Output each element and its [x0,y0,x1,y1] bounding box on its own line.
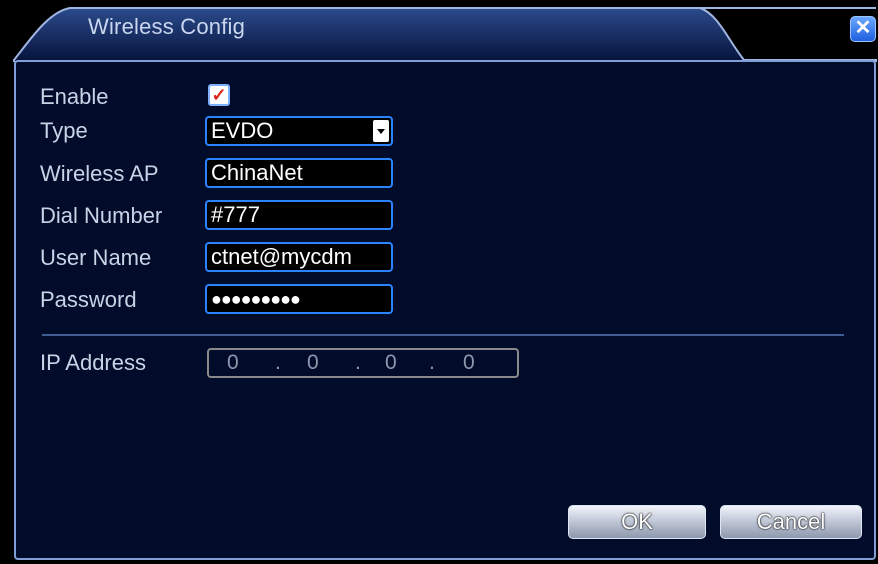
password-input[interactable]: ●●●●●●●●● [205,284,393,314]
wireless-config-dialog: Wireless Config ✕ Enable ✓ Type EVDO Wir… [0,0,878,564]
cancel-button[interactable]: Cancel [720,505,862,539]
type-label: Type [40,118,88,143]
ip-separator: . [429,351,435,374]
close-icon[interactable]: ✕ [855,17,872,39]
ip-octet-2[interactable]: 0 [307,350,319,376]
ip-address-input[interactable]: 0 . 0 . 0 . 0 [207,348,519,378]
dial-number-label: Dial Number [40,203,163,228]
password-label: Password [40,287,137,312]
user-name-input[interactable]: ctnet@mycdm [205,242,393,272]
enable-label: Enable [40,84,109,109]
ip-octet-3[interactable]: 0 [385,350,397,376]
ip-address-label: IP Address [40,350,146,375]
wireless-ap-input[interactable]: ChinaNet [205,158,393,188]
close-button[interactable]: ✕ [850,16,876,42]
divider [42,334,844,336]
chevron-down-icon[interactable] [373,120,389,142]
type-select-value: EVDO [211,118,274,143]
ip-octet-4[interactable]: 0 [463,350,475,376]
wireless-ap-label: Wireless AP [40,161,159,186]
user-name-label: User Name [40,245,152,270]
main-panel [14,60,876,560]
type-select[interactable]: EVDO [205,116,393,146]
ip-separator: . [355,351,361,374]
ok-button[interactable]: OK [568,505,706,539]
ip-separator: . [275,351,281,374]
window-title: Wireless Config [88,14,246,39]
enable-checkbox[interactable]: ✓ [208,84,230,106]
checkmark-icon: ✓ [211,85,227,105]
dial-number-input[interactable]: #777 [205,200,393,230]
ip-octet-1[interactable]: 0 [227,350,239,376]
